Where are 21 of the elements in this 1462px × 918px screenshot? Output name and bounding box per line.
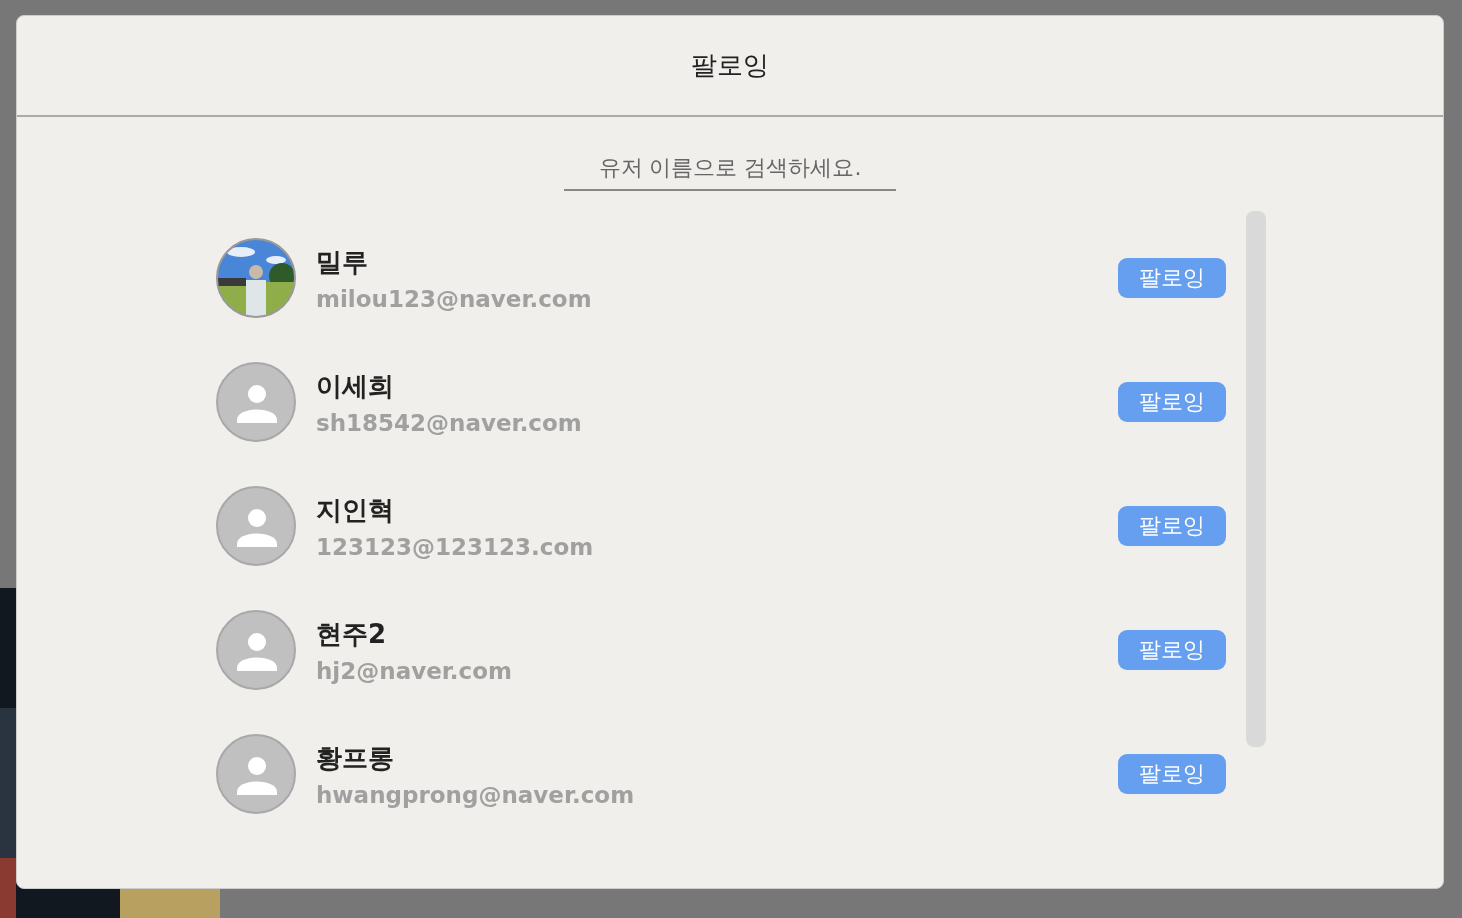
- dialog-title: 팔로잉: [691, 49, 769, 82]
- following-button[interactable]: 팔로잉: [1118, 382, 1226, 422]
- default-avatar-icon: [216, 486, 296, 566]
- following-button[interactable]: 팔로잉: [1118, 754, 1226, 794]
- default-avatar-icon: [216, 610, 296, 690]
- user-name: 현주2: [316, 617, 388, 651]
- user-name: 이세희: [316, 369, 395, 403]
- user-email: 123123@123123.com: [316, 533, 595, 560]
- user-email: hwangprong@naver.com: [316, 781, 636, 808]
- search-field[interactable]: 유저 이름으로 검색하세요.: [564, 145, 896, 191]
- user-name: 황프롱: [316, 741, 395, 775]
- user-email: sh18542@naver.com: [316, 409, 583, 436]
- default-avatar-icon: [216, 362, 296, 442]
- following-button[interactable]: 팔로잉: [1118, 506, 1226, 546]
- default-avatar-icon: [216, 734, 296, 814]
- user-email: hj2@naver.com: [316, 657, 513, 684]
- following-button[interactable]: 팔로잉: [1118, 258, 1226, 298]
- user-email: milou123@naver.com: [316, 285, 593, 312]
- user-name: 지인혁: [316, 493, 395, 527]
- following-button[interactable]: 팔로잉: [1118, 630, 1226, 670]
- user-name: 밀루: [316, 245, 369, 279]
